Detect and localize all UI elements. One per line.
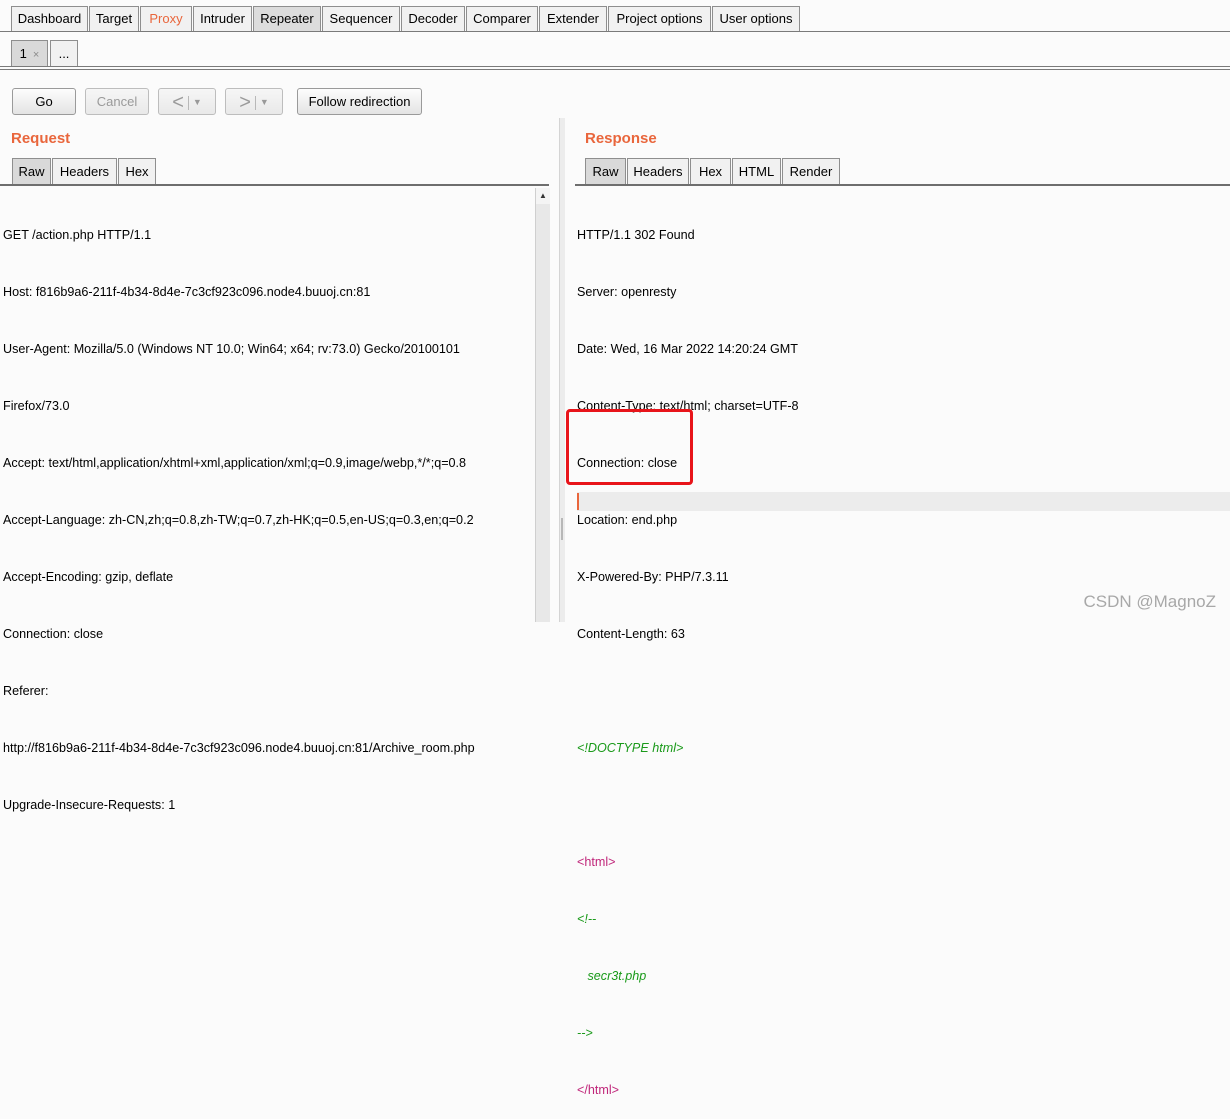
request-editor[interactable]: GET /action.php HTTP/1.1 Host: f816b9a6-… <box>3 188 533 834</box>
response-header-line: Date: Wed, 16 Mar 2022 14:20:24 GMT <box>577 342 798 356</box>
tab-proxy[interactable]: Proxy <box>140 6 192 31</box>
main-tab-bar: Dashboard Target Proxy Intruder Repeater… <box>0 0 1230 32</box>
response-tab-raw[interactable]: Raw <box>585 158 626 184</box>
repeater-subtab-bar: 1 × ... <box>0 32 1230 72</box>
response-header-line: Location: end.php <box>577 513 678 527</box>
request-tab-raw[interactable]: Raw <box>12 158 51 184</box>
response-tab-hex[interactable]: Hex <box>690 158 731 184</box>
response-editor[interactable]: HTTP/1.1 302 Found Server: openresty Dat… <box>577 188 1217 1119</box>
request-tab-hex[interactable]: Hex <box>118 158 156 184</box>
scroll-up-arrow-icon[interactable]: ▲ <box>536 188 550 204</box>
repeater-tab-1[interactable]: 1 × <box>11 40 48 67</box>
go-button[interactable]: Go <box>12 88 76 115</box>
tab-intruder[interactable]: Intruder <box>193 6 252 31</box>
request-line: Connection: close <box>3 627 104 641</box>
request-tab-headers[interactable]: Headers <box>52 158 117 184</box>
follow-redirection-button[interactable]: Follow redirection <box>297 88 422 115</box>
forward-button[interactable]: > ▼ <box>225 88 283 115</box>
request-line: http://f816b9a6-211f-4b34-8d4e-7c3cf923c… <box>3 741 475 755</box>
splitter-grip-icon[interactable] <box>561 518 563 540</box>
button-separator <box>187 95 189 110</box>
repeater-tab-1-label: 1 <box>19 46 27 61</box>
tab-dashboard[interactable]: Dashboard <box>11 6 88 31</box>
request-tabs-divider <box>0 184 549 186</box>
comment-close: --> <box>577 1026 593 1040</box>
response-tab-html[interactable]: HTML <box>732 158 781 184</box>
doctype-line: <!DOCTYPE html> <box>577 741 684 755</box>
html-close-tag: </html> <box>577 1083 619 1097</box>
request-line: GET /action.php HTTP/1.1 <box>3 228 152 242</box>
tab-user-options[interactable]: User options <box>712 6 800 31</box>
comment-text: secr3t.php <box>577 967 1217 986</box>
back-button[interactable]: < ▼ <box>158 88 216 115</box>
pane-splitter[interactable] <box>559 118 565 622</box>
response-tabs-divider <box>575 184 1230 186</box>
dropdown-icon: ▼ <box>259 97 269 108</box>
subtab-divider-top <box>0 66 1230 67</box>
request-line: Accept-Language: zh-CN,zh;q=0.8,zh-TW;q=… <box>3 513 474 527</box>
comment-text-value: secr3t.php <box>587 969 647 983</box>
close-icon[interactable]: × <box>33 49 39 61</box>
tab-comparer[interactable]: Comparer <box>466 6 538 31</box>
request-scrollbar[interactable]: ▲ <box>535 188 550 622</box>
highlight-annotation-box <box>566 409 693 485</box>
chevron-right-icon: > <box>239 91 251 114</box>
cancel-button[interactable]: Cancel <box>85 88 149 115</box>
response-header-line: Content-Length: 63 <box>577 627 685 641</box>
response-tab-render[interactable]: Render <box>782 158 840 184</box>
request-line: Upgrade-Insecure-Requests: 1 <box>3 798 176 812</box>
watermark: CSDN @MagnoZ <box>1083 592 1216 611</box>
new-tab-button[interactable]: ... <box>50 40 78 67</box>
tab-extender[interactable]: Extender <box>539 6 607 31</box>
request-line: Referer: <box>3 684 49 698</box>
response-title: Response <box>585 130 657 147</box>
tab-project-options[interactable]: Project options <box>608 6 711 31</box>
subtab-divider-bottom <box>0 69 1230 70</box>
request-line: Host: f816b9a6-211f-4b34-8d4e-7c3cf923c0… <box>3 285 371 299</box>
request-line: Accept-Encoding: gzip, deflate <box>3 570 174 584</box>
button-separator <box>254 95 256 110</box>
response-header-line: Server: openresty <box>577 285 677 299</box>
request-title: Request <box>11 130 71 147</box>
comment-open: <!-- <box>577 912 597 926</box>
chevron-left-icon: < <box>172 91 184 114</box>
request-line: Firefox/73.0 <box>3 399 70 413</box>
dropdown-icon: ▼ <box>192 97 202 108</box>
response-tab-headers[interactable]: Headers <box>627 158 689 184</box>
response-header-line: HTTP/1.1 302 Found <box>577 228 695 242</box>
request-line: Accept: text/html,application/xhtml+xml,… <box>3 456 467 470</box>
tab-sequencer[interactable]: Sequencer <box>322 6 400 31</box>
html-open-tag: <html> <box>577 855 616 869</box>
tab-decoder[interactable]: Decoder <box>401 6 465 31</box>
request-line: User-Agent: Mozilla/5.0 (Windows NT 10.0… <box>3 342 460 356</box>
tab-target[interactable]: Target <box>89 6 139 31</box>
response-header-line: X-Powered-By: PHP/7.3.11 <box>577 570 729 584</box>
tab-repeater[interactable]: Repeater <box>253 6 321 32</box>
